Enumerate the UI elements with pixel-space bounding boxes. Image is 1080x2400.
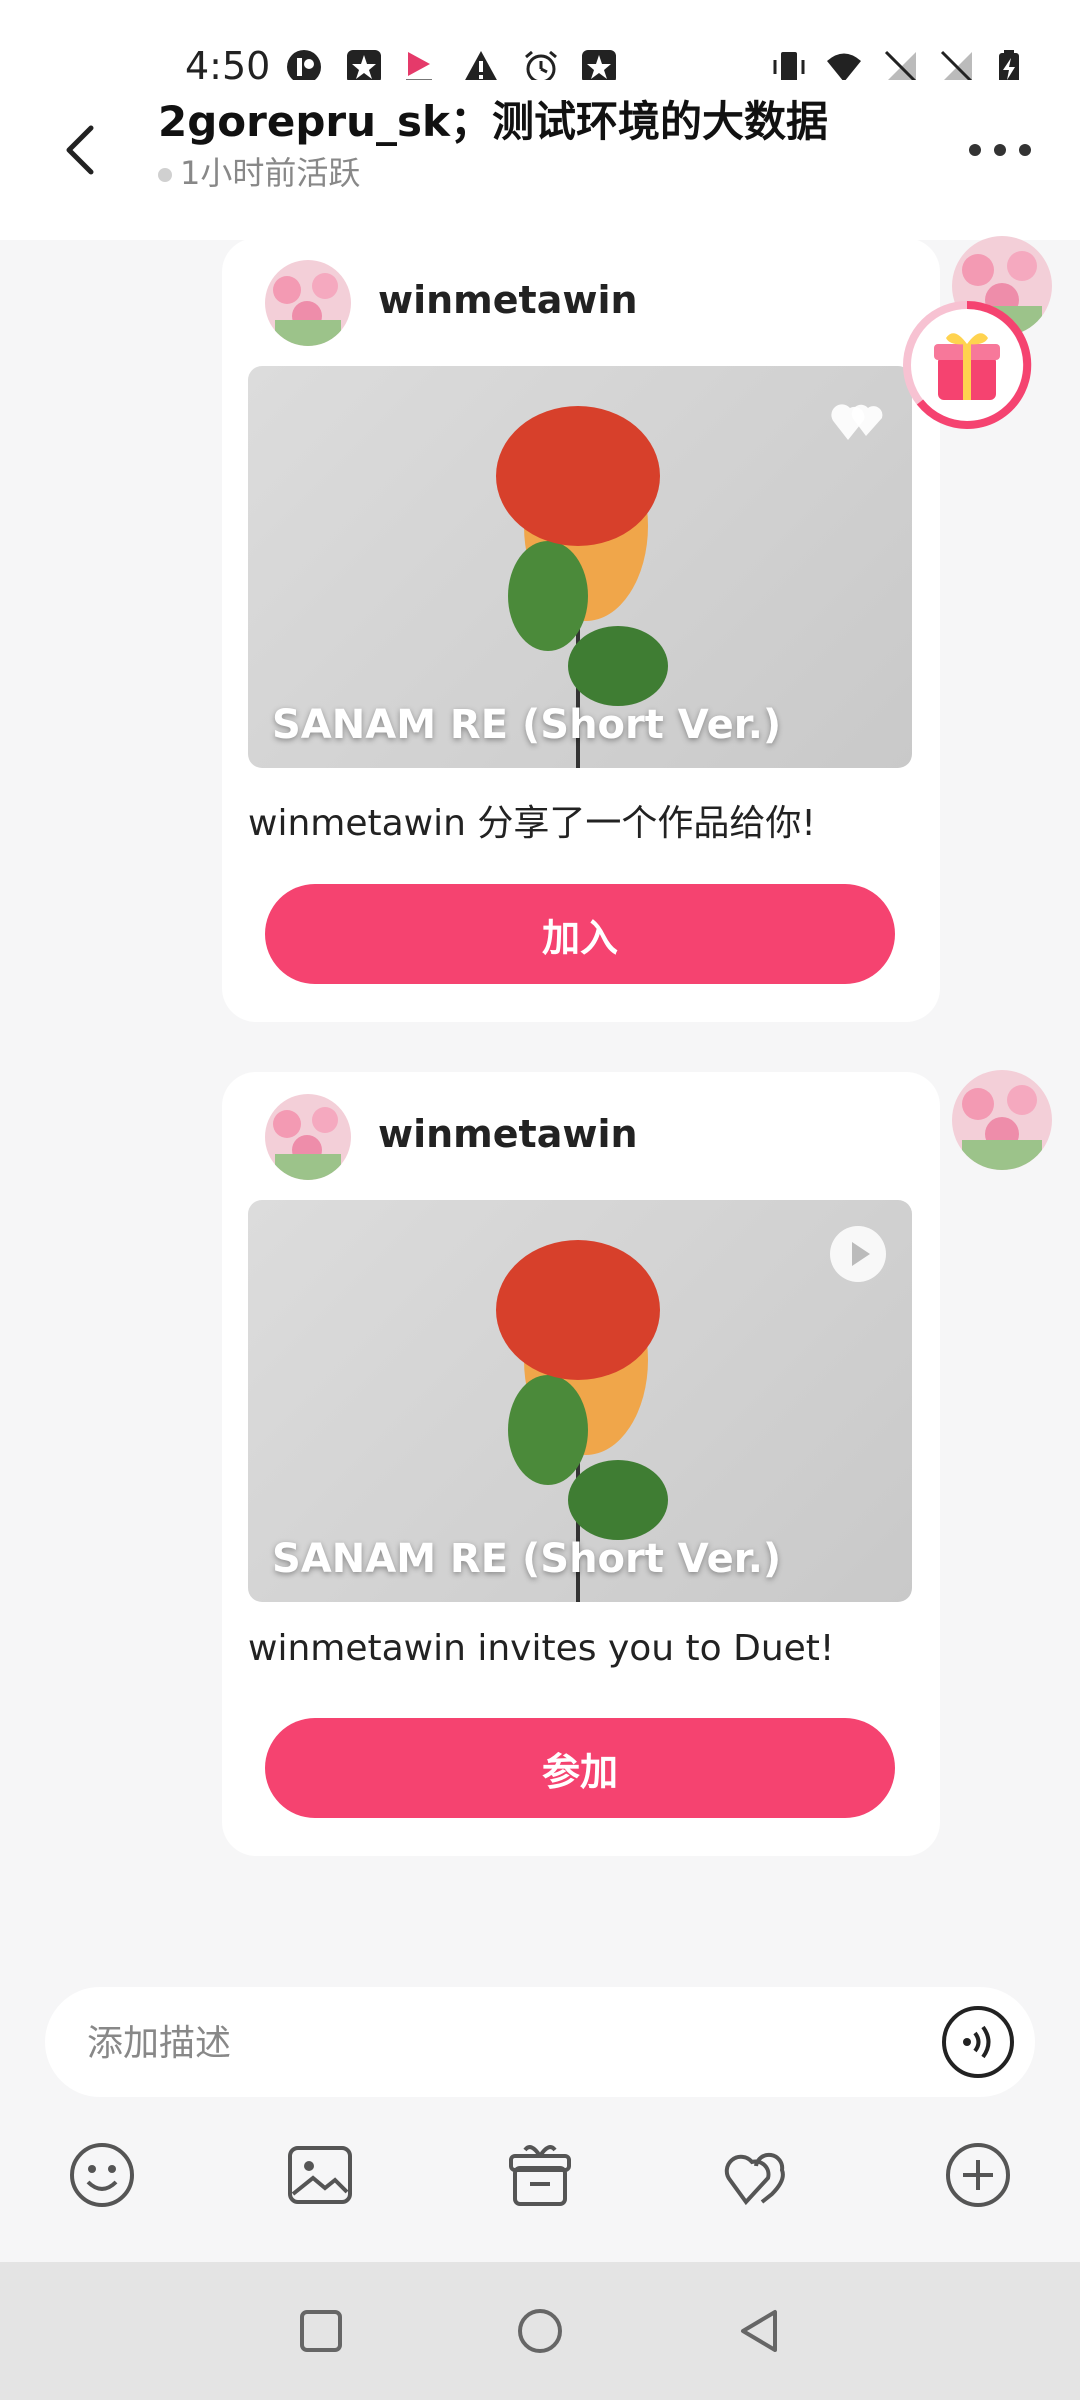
message-text: winmetawin 分享了一个作品给你!	[248, 803, 816, 844]
sender-avatar[interactable]	[265, 1094, 351, 1180]
participate-button[interactable]: 参加	[265, 1718, 895, 1818]
chat-title: 2gorepru_sk；测试环境的大数据	[158, 97, 828, 146]
song-thumbnail[interactable]: SANAM RE (Short Ver.)	[248, 1200, 912, 1602]
activity-text: 1小时前活跃	[180, 154, 361, 192]
sender-avatar[interactable]	[265, 260, 351, 346]
emoji-icon[interactable]	[67, 2140, 137, 2210]
join-button[interactable]: 加入	[265, 884, 895, 984]
my-avatar[interactable]	[952, 1070, 1052, 1170]
recents-icon[interactable]	[296, 2306, 346, 2356]
back-arrow-icon[interactable]	[55, 110, 115, 190]
message-card: winmetawin SANAM RE (Short Ver.) winmeta…	[222, 1072, 940, 1856]
voice-icon[interactable]	[941, 2005, 1015, 2079]
message-input[interactable]	[85, 2012, 909, 2074]
sender-name: winmetawin	[378, 278, 638, 322]
duet-hearts-icon	[831, 404, 883, 440]
more-options-icon[interactable]	[965, 130, 1035, 170]
activity-status: 1小时前活跃	[158, 148, 360, 194]
home-icon[interactable]	[515, 2306, 565, 2356]
gift-box-icon[interactable]	[505, 2140, 575, 2210]
system-nav-bar	[0, 2262, 1080, 2400]
play-icon[interactable]	[828, 1224, 888, 1284]
song-thumbnail[interactable]: SANAM RE (Short Ver.)	[248, 366, 912, 768]
status-dot-icon	[158, 168, 172, 182]
sender-name: winmetawin	[378, 1112, 638, 1156]
image-icon[interactable]	[285, 2140, 355, 2210]
song-title: SANAM RE (Short Ver.)	[272, 1536, 782, 1582]
message-card: winmetawin SANAM RE (Short Ver.) winmeta…	[222, 238, 940, 1022]
plus-icon[interactable]	[943, 2140, 1013, 2210]
message-input-bar	[45, 1987, 1035, 2097]
chat-header: 2gorepru_sk；测试环境的大数据 1小时前活跃	[0, 80, 1080, 240]
back-icon[interactable]	[735, 2306, 785, 2356]
song-title: SANAM RE (Short Ver.)	[272, 702, 782, 748]
duet-icon[interactable]	[722, 2140, 792, 2210]
gift-floating-icon[interactable]	[900, 298, 1034, 432]
message-text: winmetawin invites you to Duet!	[248, 1628, 835, 1669]
